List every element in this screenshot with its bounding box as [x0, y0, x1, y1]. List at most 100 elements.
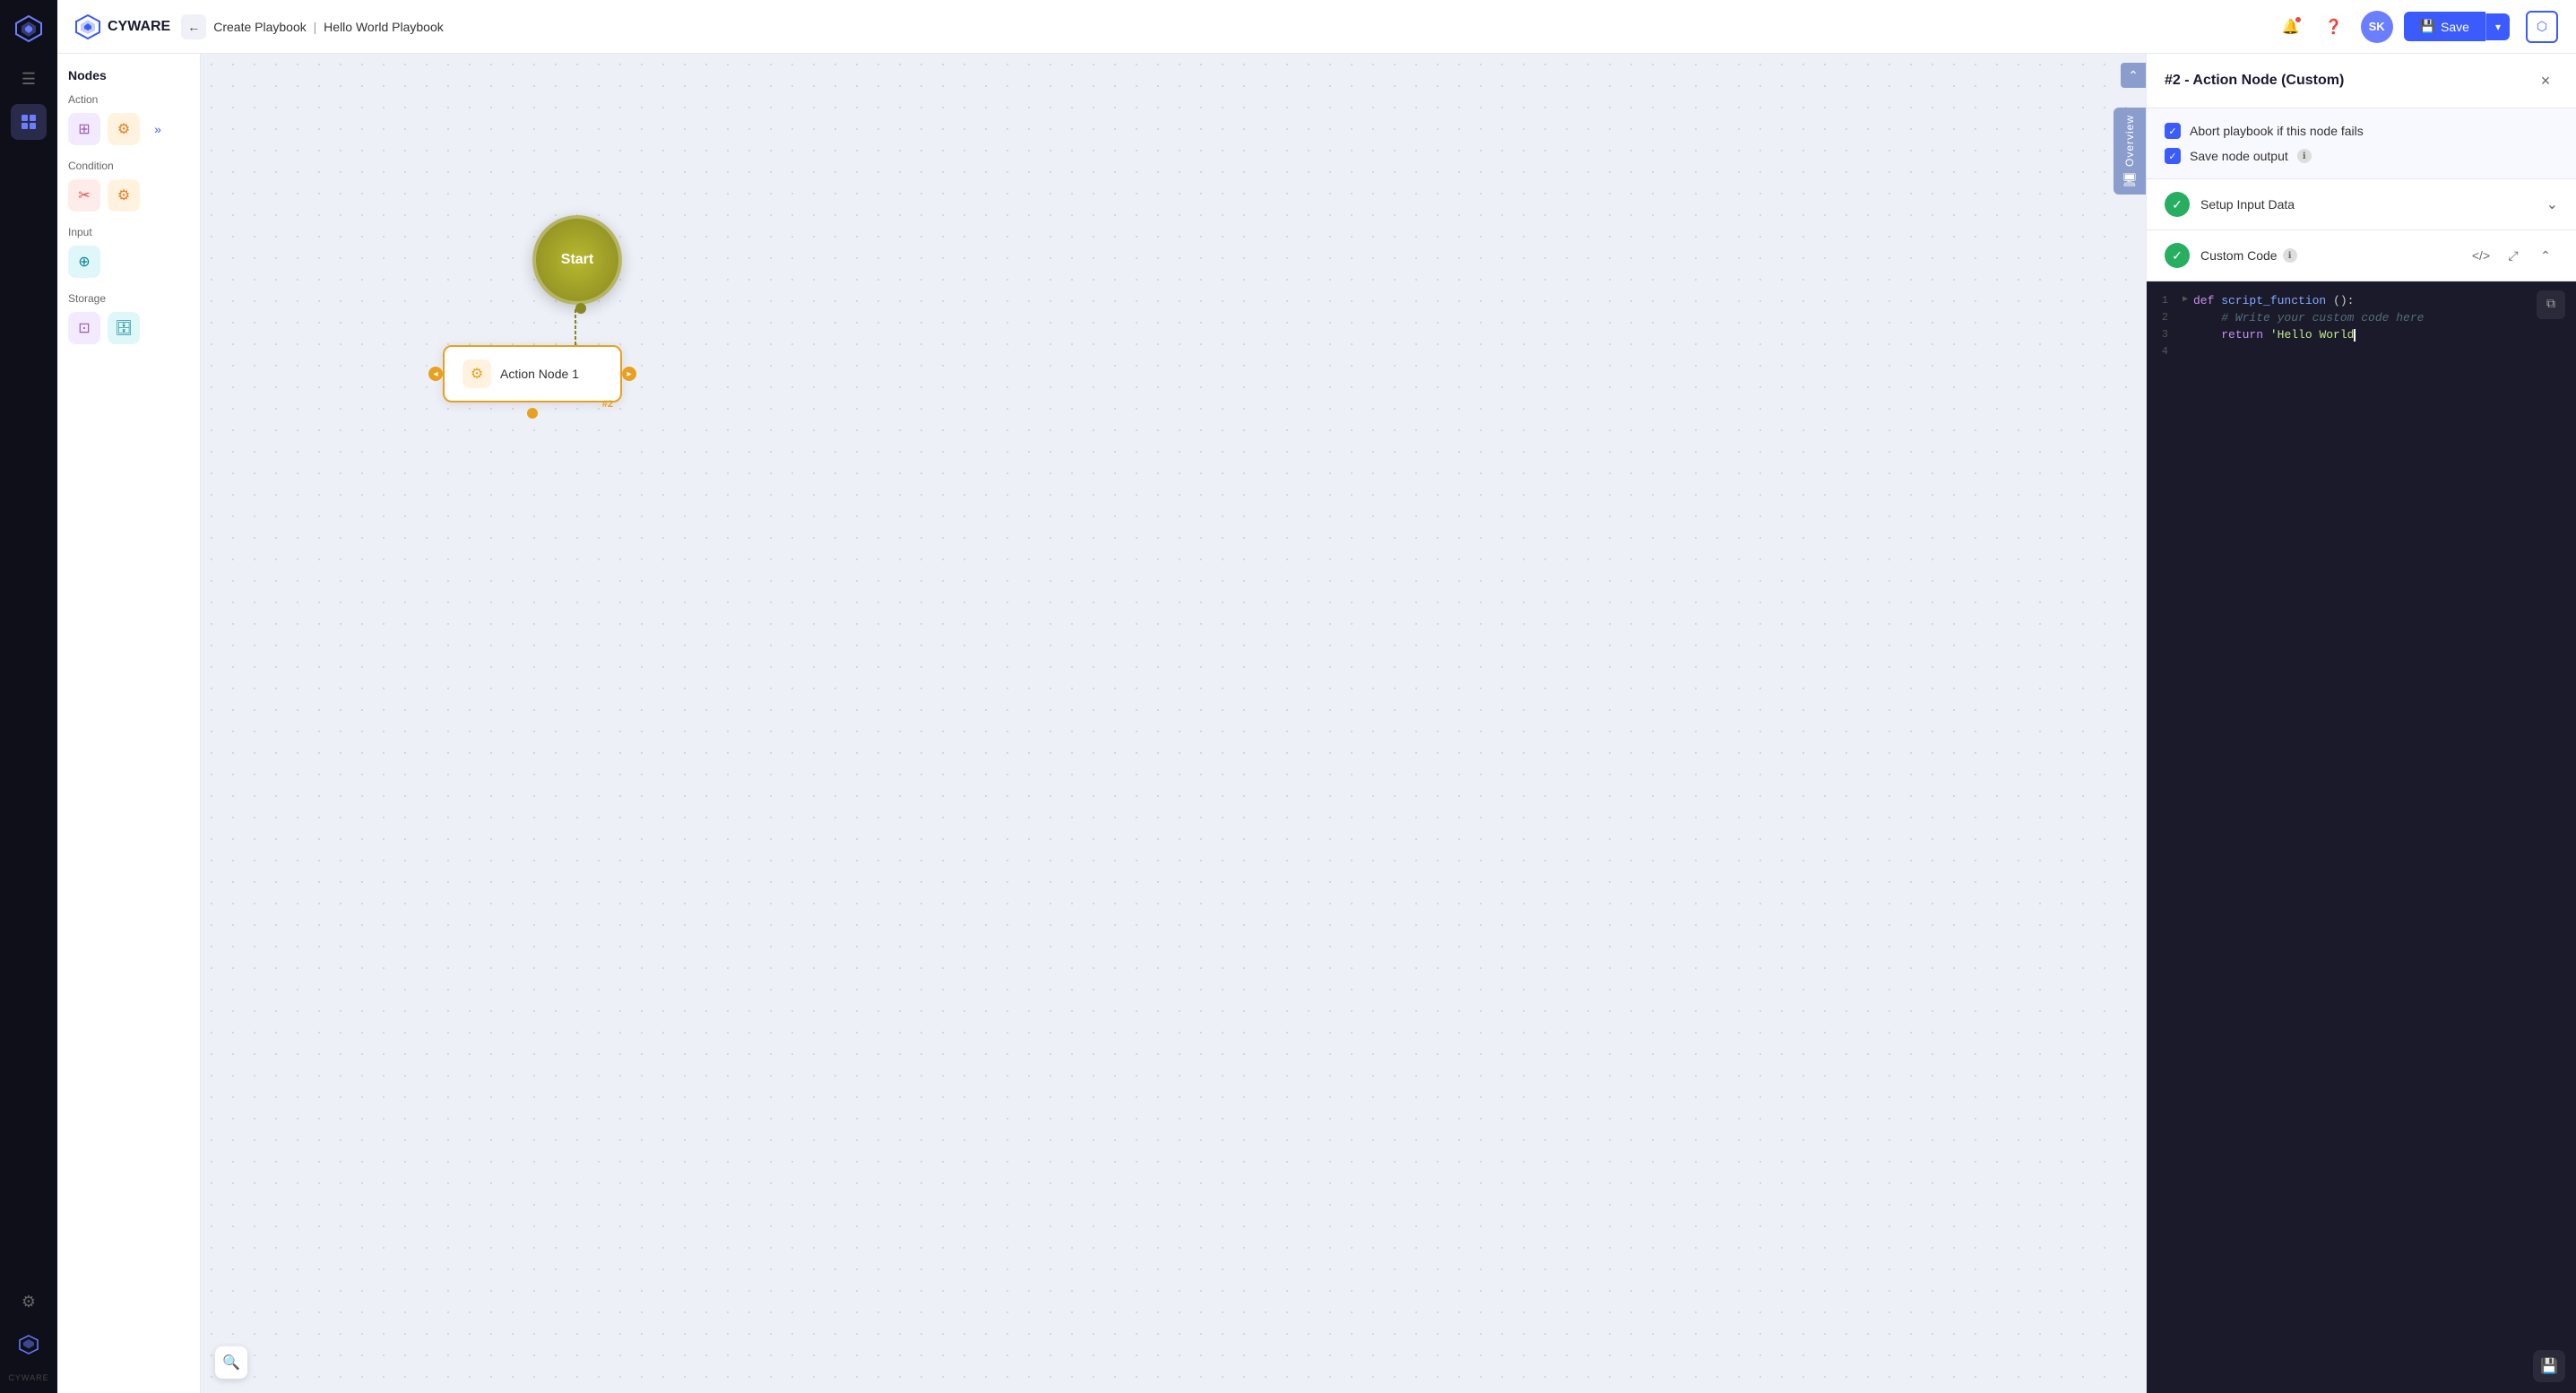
header-logo: CYWARE	[75, 14, 170, 39]
action-node-number: #2	[602, 399, 613, 410]
sidebar-nav-cyware-logo[interactable]	[11, 1327, 47, 1363]
overview-label: Overview	[2123, 115, 2136, 167]
collapse-button[interactable]: ⌃	[2121, 63, 2146, 88]
back-button[interactable]: ←	[181, 14, 206, 39]
condition-node-icon-2[interactable]: ⚙	[108, 179, 140, 212]
app-name: CYWARE	[108, 19, 170, 35]
line-num-4: 4	[2147, 345, 2183, 358]
nodes-sidebar: Nodes Action ⊞ ⚙ » Condition ✂ ⚙ Input	[57, 54, 201, 1393]
sidebar-bottom: ⚙ CYWARE	[8, 1284, 48, 1382]
save-icon: 💾	[2420, 19, 2435, 34]
line-marker-1: ▶	[2183, 294, 2193, 305]
main-content: CYWARE ← Create Playbook | Hello World P…	[57, 0, 2576, 1393]
line-num-2: 2	[2147, 311, 2183, 324]
action-node-icon-1[interactable]: ⊞	[68, 113, 100, 145]
app-sidebar: ☰ ⚙ CYWARE	[0, 0, 57, 1393]
custom-code-info-icon[interactable]: ℹ	[2283, 248, 2297, 263]
right-panel-close-button[interactable]: ×	[2533, 68, 2558, 93]
code-content-4	[2193, 345, 2200, 359]
code-content-3: return 'Hello World	[2193, 328, 2356, 342]
breadcrumb: ← Create Playbook | Hello World Playbook	[181, 14, 2263, 39]
help-icon[interactable]: ❓	[2318, 11, 2350, 43]
input-category-label: Input	[68, 226, 189, 238]
setup-input-check-icon: ✓	[2165, 192, 2190, 217]
sidebar-nav-settings[interactable]: ⚙	[11, 1284, 47, 1319]
action-node-icon: ⚙	[462, 359, 491, 388]
right-panel: #2 - Action Node (Custom) × ✓ Abort play…	[2146, 54, 2576, 1393]
custom-code-section-header[interactable]: ✓ Custom Code ℹ </> ⤢ ⌃	[2147, 230, 2576, 281]
action-icons-row: ⊞ ⚙ »	[68, 113, 189, 145]
sidebar-nav-workflow[interactable]	[11, 104, 47, 140]
action-category-label: Action	[68, 93, 189, 106]
notification-icon[interactable]: 🔔	[2275, 11, 2307, 43]
top-header: CYWARE ← Create Playbook | Hello World P…	[57, 0, 2576, 54]
setup-input-arrow: ⌄	[2546, 195, 2558, 213]
abort-label: Abort playbook if this node fails	[2190, 124, 2364, 138]
save-button[interactable]: 💾 Save	[2404, 12, 2485, 41]
copy-code-button[interactable]: ⧉	[2537, 290, 2565, 319]
save-btn-group: 💾 Save ▾	[2404, 12, 2510, 41]
notification-dot	[2295, 16, 2302, 23]
save-code-button[interactable]: 💾	[2533, 1350, 2565, 1382]
action-node-label: Action Node 1	[500, 367, 579, 381]
action-node-icon-2[interactable]: ⚙	[108, 113, 140, 145]
node-category-action: Action ⊞ ⚙ »	[68, 93, 189, 145]
abort-checkbox[interactable]: ✓	[2165, 123, 2181, 139]
node-bottom-connector[interactable]	[527, 408, 538, 419]
user-avatar[interactable]: SK	[2361, 11, 2393, 43]
content-row: Nodes Action ⊞ ⚙ » Condition ✂ ⚙ Input	[57, 54, 2576, 1393]
code-line-3: 3 return 'Hello World	[2147, 326, 2576, 343]
code-content-1: def script_function ():	[2193, 294, 2354, 307]
action-node[interactable]: ◂ ⚙ Action Node 1 #2 ▸	[443, 345, 622, 402]
code-editor[interactable]: ⧉ 1 ▶ def script_function (): 2 # Write …	[2147, 281, 2576, 1393]
storage-icons-row: ⊡ 🗄	[68, 312, 189, 344]
overview-icon: 🖥	[2122, 172, 2138, 187]
zoom-control[interactable]: 🔍	[215, 1346, 247, 1379]
line-num-3: 3	[2147, 328, 2183, 341]
node-right-connector[interactable]: ▸	[622, 367, 636, 381]
node-category-storage: Storage ⊡ 🗄	[68, 292, 189, 344]
code-fullscreen-icon[interactable]: ⤢	[2501, 243, 2526, 268]
view-button[interactable]: ⬡	[2526, 11, 2558, 43]
nodes-title: Nodes	[68, 68, 189, 82]
code-line-1: 1 ▶ def script_function ():	[2147, 292, 2576, 309]
overview-panel[interactable]: Overview 🖥	[2114, 108, 2146, 195]
line-num-1: 1	[2147, 294, 2183, 307]
start-node[interactable]: Start	[532, 215, 622, 305]
input-icons-row: ⊕	[68, 246, 189, 278]
setup-input-section-header[interactable]: ✓ Setup Input Data ⌄	[2147, 179, 2576, 230]
code-collapse-arrow[interactable]: ⌃	[2533, 243, 2558, 268]
header-actions: 🔔 ❓ SK 💾 Save ▾ ⬡	[2275, 11, 2558, 43]
node-category-input: Input ⊕	[68, 226, 189, 278]
code-line-4: 4	[2147, 343, 2576, 360]
save-dropdown-button[interactable]: ▾	[2485, 13, 2510, 40]
condition-node-icon-1[interactable]: ✂	[68, 179, 100, 212]
right-panel-title: #2 - Action Node (Custom)	[2165, 73, 2344, 89]
input-node-icon-1[interactable]: ⊕	[68, 246, 100, 278]
app-logo[interactable]	[11, 11, 47, 47]
condition-category-label: Condition	[68, 160, 189, 172]
custom-code-actions: </> ⤢ ⌃	[2468, 243, 2558, 268]
save-output-checkbox[interactable]: ✓	[2165, 148, 2181, 164]
condition-icons-row: ✂ ⚙	[68, 179, 189, 212]
checkboxes-area: ✓ Abort playbook if this node fails ✓ Sa…	[2147, 108, 2576, 179]
start-node-label: Start	[561, 252, 593, 268]
save-output-label: Save node output	[2190, 149, 2288, 163]
node-category-condition: Condition ✂ ⚙	[68, 160, 189, 212]
save-output-info-icon[interactable]: ℹ	[2297, 149, 2312, 163]
storage-category-label: Storage	[68, 292, 189, 305]
storage-node-icon-2[interactable]: 🗄	[108, 312, 140, 344]
canvas-connector-svg	[201, 54, 2146, 1393]
action-expand-btn[interactable]: »	[147, 118, 169, 140]
code-expand-icon[interactable]: </>	[2468, 243, 2494, 268]
abort-checkbox-row: ✓ Abort playbook if this node fails	[2165, 123, 2558, 139]
canvas-area[interactable]: Start ◂ ⚙ Action Node 1 #2 ▸ Overview 🖥 …	[201, 54, 2146, 1393]
setup-input-title: Setup Input Data	[2200, 197, 2536, 212]
save-output-checkbox-row: ✓ Save node output ℹ	[2165, 148, 2558, 164]
storage-node-icon-1[interactable]: ⊡	[68, 312, 100, 344]
node-left-connector[interactable]: ◂	[428, 367, 443, 381]
sidebar-nav-menu[interactable]: ☰	[11, 61, 47, 97]
code-content-2: # Write your custom code here	[2193, 311, 2424, 324]
custom-code-check-icon: ✓	[2165, 243, 2190, 268]
cyware-label: CYWARE	[8, 1373, 48, 1382]
